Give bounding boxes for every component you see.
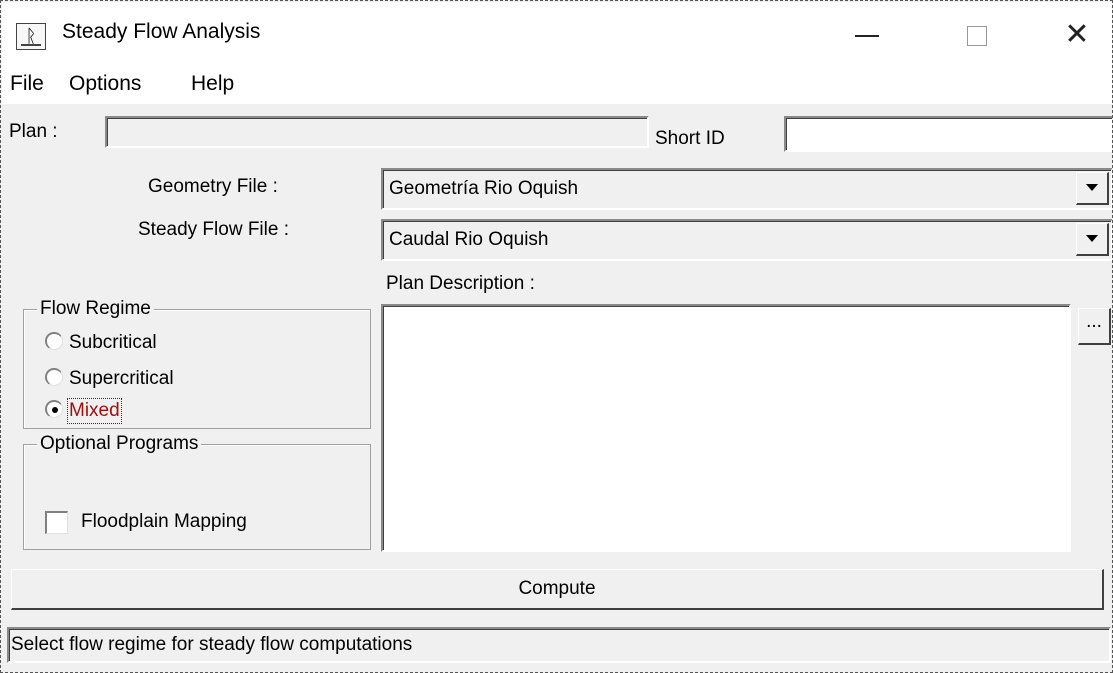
short-id-label: Short ID <box>655 128 725 149</box>
compute-button[interactable]: Compute <box>11 569 1104 610</box>
menu-options[interactable]: Options <box>69 72 141 96</box>
plan-description-textarea[interactable] <box>381 304 1071 552</box>
description-more-button[interactable]: ... <box>1078 308 1111 345</box>
minimize-button[interactable] <box>836 7 898 63</box>
short-id-input[interactable] <box>784 116 1112 152</box>
steady-flow-file-select[interactable]: Caudal Rio Oquish <box>381 219 1112 261</box>
menu-file[interactable]: File <box>10 72 44 96</box>
mixed-label[interactable]: Mixed <box>67 398 122 424</box>
title-bar[interactable]: ᚱ Steady Flow Analysis ✕ <box>2 2 1112 64</box>
floodplain-mapping-label[interactable]: Floodplain Mapping <box>81 511 247 533</box>
geometry-file-label: Geometry File : <box>148 176 278 197</box>
plan-value <box>107 126 113 147</box>
menu-bar: File Options Help <box>2 64 1112 104</box>
steady-flow-file-value: Caudal Rio Oquish <box>389 229 549 250</box>
maximize-button[interactable] <box>946 7 1008 63</box>
subcritical-label[interactable]: Subcritical <box>69 332 157 354</box>
chevron-down-icon[interactable] <box>1076 172 1109 205</box>
status-bar: Select flow regime for steady flow compu… <box>7 627 1111 663</box>
steady-flow-analysis-window: ᚱ Steady Flow Analysis ✕ File Options He… <box>0 0 1113 673</box>
optional-programs-group <box>23 444 371 550</box>
menu-help[interactable]: Help <box>191 72 234 96</box>
minimize-icon <box>855 35 879 38</box>
floodplain-mapping-checkbox[interactable] <box>45 511 68 534</box>
plan-description-label: Plan Description : <box>386 273 535 294</box>
flow-regime-title: Flow Regime <box>37 298 154 320</box>
supercritical-label[interactable]: Supercritical <box>69 368 174 390</box>
geometry-file-select[interactable]: Geometría Rio Oquish <box>381 168 1112 210</box>
status-text: Select flow regime for steady flow compu… <box>11 634 413 655</box>
window-title: Steady Flow Analysis <box>62 20 261 43</box>
radio-subcritical[interactable] <box>45 332 63 350</box>
radio-mixed[interactable] <box>45 400 63 418</box>
optional-programs-title: Optional Programs <box>37 433 202 455</box>
short-id-value <box>786 126 792 147</box>
steady-flow-file-label: Steady Flow File : <box>138 219 289 240</box>
close-icon: ✕ <box>1064 18 1090 51</box>
geometry-file-value: Geometría Rio Oquish <box>389 178 579 199</box>
app-runner-icon: ᚱ <box>16 23 46 50</box>
chevron-down-icon[interactable] <box>1076 223 1109 256</box>
plan-description-value <box>383 314 389 335</box>
close-button[interactable]: ✕ <box>1046 7 1108 63</box>
maximize-icon <box>967 26 987 47</box>
plan-input[interactable] <box>105 116 649 148</box>
plan-label: Plan : <box>9 121 58 142</box>
radio-supercritical[interactable] <box>45 368 63 386</box>
